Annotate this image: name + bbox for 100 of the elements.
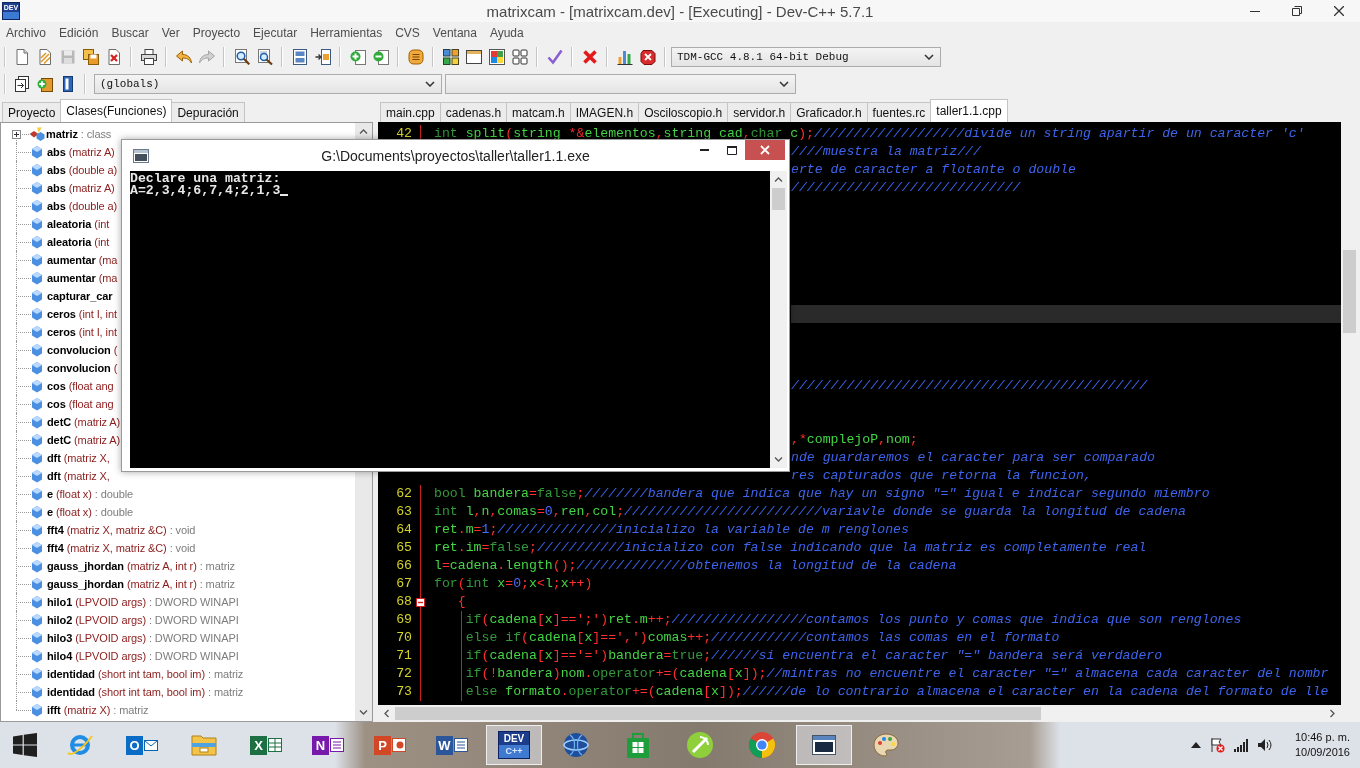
tree-item[interactable]: dft (matriz X, xyxy=(47,470,110,482)
scrollbar-thumb[interactable] xyxy=(1343,250,1356,333)
file-tab[interactable]: Osciloscopio.h xyxy=(638,102,729,122)
tree-item[interactable]: hilo3 (LPVOID args) : DWORD WINAPI xyxy=(47,632,239,644)
panel-tab[interactable]: Clases(Funciones) xyxy=(60,99,173,122)
menu-item[interactable]: Ventana xyxy=(426,26,484,40)
scrollbar-thumb[interactable] xyxy=(395,707,1041,720)
panel-tab[interactable]: Depuración xyxy=(171,102,245,122)
menu-item[interactable]: CVS xyxy=(389,26,427,40)
scrollbar[interactable] xyxy=(355,472,372,721)
scroll-down-icon[interactable] xyxy=(359,710,368,715)
tree-item[interactable]: identidad (short int tam, bool im) : matriz xyxy=(47,686,244,698)
tree-item[interactable]: fft4 (matriz X, matriz &C) : void xyxy=(47,542,196,554)
text-cursor xyxy=(280,194,289,196)
tree-item[interactable]: ifft (matriz X) : matriz xyxy=(47,704,149,716)
tree-item[interactable]: abs (double a) xyxy=(47,164,118,176)
undo-icon xyxy=(175,49,192,65)
scroll-left-icon[interactable] xyxy=(384,709,389,718)
code-line: if(cadena[x]=='=')bandera=true;//////si encuentra el caracter "=" bandera será verdadero xyxy=(464,647,1163,665)
taskbar-button[interactable] xyxy=(796,725,852,765)
tree-item[interactable]: cos (float ang xyxy=(47,398,114,410)
color-quadrants-icon xyxy=(488,49,505,65)
menu-item[interactable]: Buscar xyxy=(105,26,156,40)
tree-item[interactable]: convolucion ( xyxy=(47,344,118,356)
taskbar-button[interactable]: W xyxy=(424,725,480,765)
tree-item[interactable]: identidad (short int tam, bool im) : matriz xyxy=(47,668,244,680)
arrow-into-panel-icon xyxy=(314,49,331,65)
scroll-up-button[interactable] xyxy=(355,123,372,139)
envelope-icon xyxy=(144,737,158,753)
menu-item[interactable]: Archivo xyxy=(0,26,53,40)
slide-icon xyxy=(392,737,406,753)
menu-item[interactable]: Ver xyxy=(155,26,187,40)
tree-item[interactable]: capturar_car xyxy=(47,290,113,302)
tree-item[interactable]: e (float x) : double xyxy=(47,488,134,500)
sheet-icon xyxy=(268,737,282,753)
tree-item[interactable]: hilo2 (LPVOID args) : DWORD WINAPI xyxy=(47,614,239,626)
expand-icon[interactable] xyxy=(11,129,21,139)
taskbar-button[interactable]: DEV C++ xyxy=(486,725,542,765)
compiler-dropdown[interactable]: TDM-GCC 4.8.1 64-bit Debug xyxy=(671,47,941,67)
tree-item[interactable]: aumentar (ma xyxy=(47,254,118,266)
menu-item[interactable]: Ayuda xyxy=(483,26,531,40)
tree-item[interactable]: aleatoria (int xyxy=(47,236,110,248)
line-number: 66 xyxy=(396,558,412,573)
code-line: l=cadena.length();//////////////obtenemos la longitud de la cadena xyxy=(434,557,957,575)
tree-item[interactable]: detC (matriz A) xyxy=(47,416,121,428)
scroll-up-icon[interactable] xyxy=(774,177,783,182)
file-tab[interactable]: IMAGEN.h xyxy=(569,102,640,122)
tree-item[interactable]: aumentar (ma xyxy=(47,272,118,284)
code-line: ///////////////////////////// xyxy=(791,179,1021,197)
taskbar-button[interactable]: O xyxy=(114,725,170,765)
menu-item[interactable]: Edición xyxy=(53,26,106,40)
tree-item[interactable]: aleatoria (int xyxy=(47,218,110,230)
file-tab[interactable]: matcam.h xyxy=(506,102,571,122)
file-tab[interactable]: fuentes.rc xyxy=(866,102,932,122)
collapse-icon[interactable] xyxy=(415,597,425,607)
taskbar-button[interactable]: P xyxy=(362,725,418,765)
flag-icon[interactable] xyxy=(1208,737,1225,753)
up-triangle-icon[interactable] xyxy=(1190,742,1201,748)
tree-item[interactable]: dft (matriz X, xyxy=(47,452,110,464)
file-tab[interactable]: cadenas.h xyxy=(439,102,508,122)
clock-date[interactable]: 10/09/2016 xyxy=(1294,745,1350,760)
tree-item[interactable]: hilo4 (LPVOID args) : DWORD WINAPI xyxy=(47,650,239,662)
file-tab[interactable]: main.cpp xyxy=(380,102,441,122)
scroll-right-icon[interactable] xyxy=(1330,709,1335,718)
menu-item[interactable]: Proyecto xyxy=(186,26,248,40)
tree-item[interactable]: abs (matriz A) xyxy=(47,146,115,158)
tree-item[interactable]: ceros (int I, int xyxy=(47,308,117,320)
plus-page-icon xyxy=(349,49,366,65)
tree-item[interactable]: convolucion ( xyxy=(47,362,118,374)
menu-item[interactable]: Herramientas xyxy=(304,26,390,40)
file-tab[interactable]: Graficador.h xyxy=(790,102,868,122)
taskbar-button[interactable]: N xyxy=(300,725,356,765)
tree-item[interactable]: e (float x) : double xyxy=(47,506,134,518)
tree-item[interactable]: cos (float ang xyxy=(47,380,114,392)
tree-item[interactable]: matriz : class xyxy=(46,128,112,140)
menu-item[interactable]: Ejecutar xyxy=(247,26,305,40)
method-icon xyxy=(31,361,43,375)
tree-item[interactable]: abs (matriz A) xyxy=(47,182,115,194)
scope-dropdown[interactable]: (globals) xyxy=(94,74,442,94)
search-page-icon xyxy=(256,49,273,65)
line-number: 62 xyxy=(396,486,412,501)
scrollbar[interactable] xyxy=(770,171,787,468)
panel-tab[interactable]: Proyecto xyxy=(2,102,62,122)
scrollbar-thumb[interactable] xyxy=(772,188,785,210)
file-tab[interactable]: servidor.h xyxy=(727,102,792,122)
chevron-down-icon xyxy=(779,81,789,87)
clock-time[interactable]: 10:46 p. m. xyxy=(1294,730,1350,745)
file-tab[interactable]: taller1.1.cpp xyxy=(930,99,1008,122)
signal-bars-icon[interactable] xyxy=(1232,737,1249,753)
tree-item[interactable]: gauss_jhordan (matriz A, int r) : matriz xyxy=(47,560,235,572)
tree-item[interactable]: hilo1 (LPVOID args) : DWORD WINAPI xyxy=(47,596,239,608)
line-number: 72 xyxy=(396,666,412,681)
speaker-icon[interactable] xyxy=(1256,737,1273,753)
tree-item[interactable]: fft4 (matriz X, matriz &C) : void xyxy=(47,524,196,536)
tree-item[interactable]: abs (double a) xyxy=(47,200,118,212)
scroll-down-icon[interactable] xyxy=(774,457,783,462)
tree-item[interactable]: ceros (int I, int xyxy=(47,326,117,338)
tree-item[interactable]: detC (matriz A) xyxy=(47,434,121,446)
tree-item[interactable]: gauss_jhordan (matriz A, int r) : matriz xyxy=(47,578,235,590)
taskbar-button[interactable]: X xyxy=(238,725,294,765)
